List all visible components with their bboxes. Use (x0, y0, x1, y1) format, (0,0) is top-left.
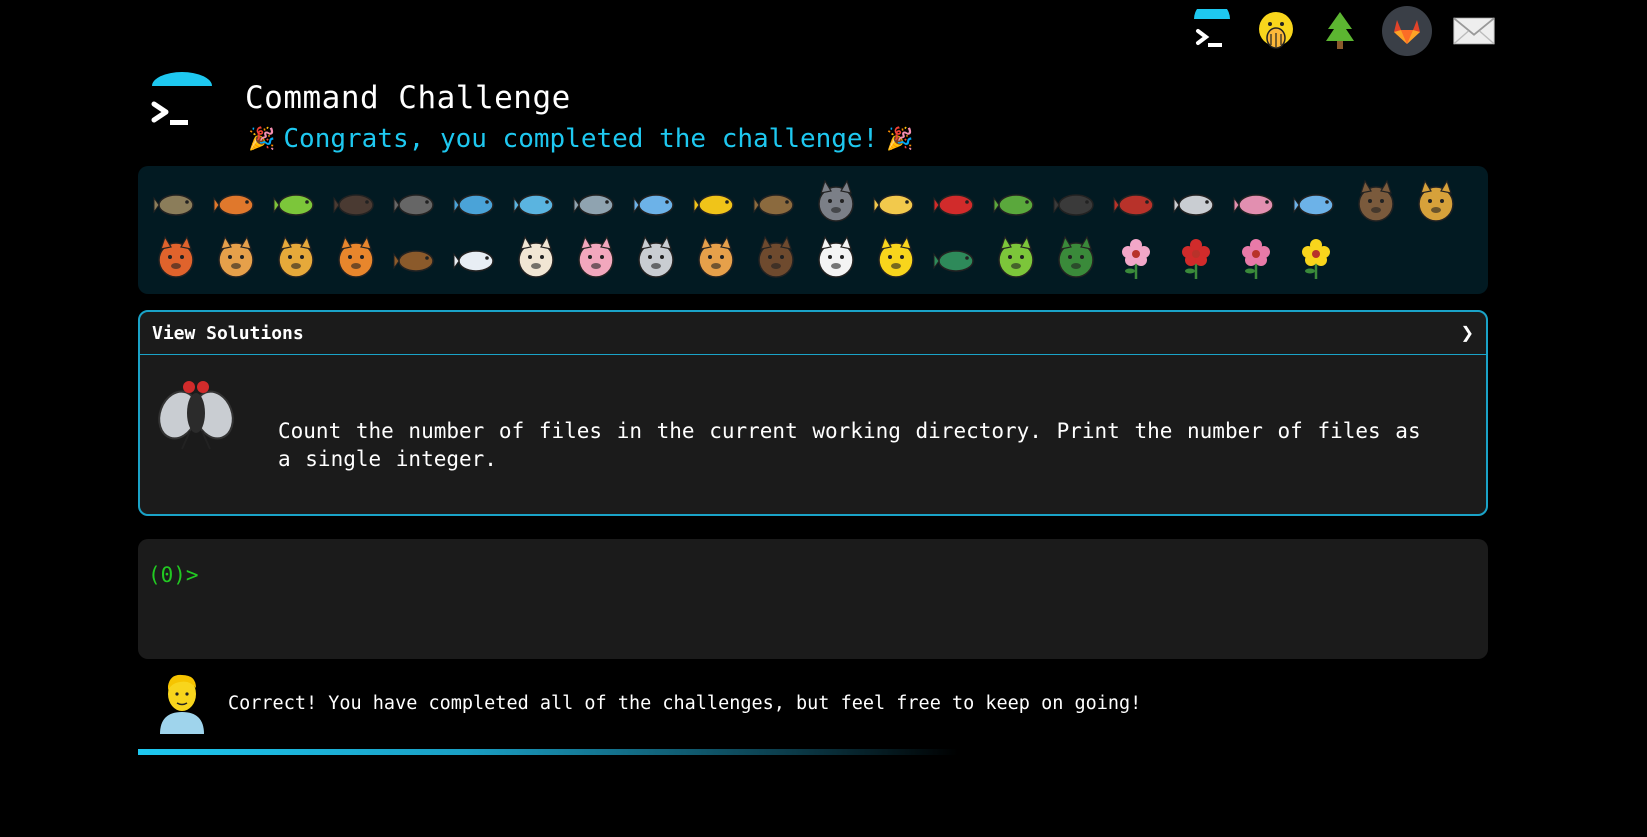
tree-icon[interactable] (1318, 9, 1362, 53)
fox-icon[interactable] (146, 230, 206, 286)
cherry-blossom-icon[interactable] (1106, 230, 1166, 286)
butterfly-icon[interactable] (206, 174, 266, 230)
worm-icon[interactable] (1226, 174, 1286, 230)
bear-icon[interactable] (746, 230, 806, 286)
peacock-icon[interactable] (926, 230, 986, 286)
view-solutions-toggle[interactable]: View Solutions ❯ (140, 312, 1486, 355)
challenge-description: Count the number of files in the current… (278, 419, 1421, 471)
face-hand-over-mouth-icon[interactable] (1254, 9, 1298, 53)
feedback-message: Correct! You have completed all of the c… (156, 672, 1141, 734)
scorpion-icon[interactable] (1106, 174, 1166, 230)
hamster-icon[interactable] (686, 230, 746, 286)
horse-icon[interactable] (386, 230, 446, 286)
pig-icon[interactable] (566, 230, 626, 286)
feedback-text: Correct! You have completed all of the c… (228, 692, 1142, 714)
page-title: Command Challenge (245, 80, 571, 116)
cricket-icon[interactable] (986, 174, 1046, 230)
man-icon (156, 672, 208, 734)
command-challenge-logo-icon[interactable] (148, 72, 218, 136)
completed-challenges-strip (138, 166, 1488, 294)
dragon-icon[interactable] (1046, 230, 1106, 286)
dog-icon[interactable] (1406, 174, 1466, 230)
monkey-icon[interactable] (1346, 174, 1406, 230)
terminal-logo-icon[interactable] (1190, 9, 1234, 53)
whale-icon[interactable] (446, 174, 506, 230)
ladybug-icon[interactable] (926, 174, 986, 230)
panda-icon[interactable] (806, 230, 866, 286)
spider-web-icon[interactable] (386, 174, 446, 230)
terminal-prompt: (0)> (148, 563, 199, 587)
cat-icon[interactable] (206, 230, 266, 286)
lion-icon[interactable] (266, 230, 326, 286)
animal-row (146, 174, 1480, 230)
dolphin-icon[interactable] (566, 174, 626, 230)
ant-icon[interactable] (326, 174, 386, 230)
view-solutions-label: View Solutions (152, 322, 304, 344)
mouse-icon[interactable] (626, 230, 686, 286)
top-nav (1190, 6, 1496, 56)
terminal-input-area[interactable]: (0)> (138, 539, 1488, 659)
unicorn-icon[interactable] (446, 230, 506, 286)
snail-icon[interactable] (146, 174, 206, 230)
gitlab-icon[interactable] (1382, 6, 1432, 56)
chevron-right-icon: ❯ (1460, 320, 1474, 346)
spouting-whale-icon[interactable] (506, 174, 566, 230)
party-popper-icon: 🎉 (886, 126, 914, 152)
solutions-panel: View Solutions ❯ Count the number of fil… (138, 310, 1488, 516)
caterpillar-icon[interactable] (266, 174, 326, 230)
congrats-banner: 🎉 Congrats, you completed the challenge!… (248, 124, 914, 154)
cow-icon[interactable] (506, 230, 566, 286)
hatching-chick-icon[interactable] (866, 230, 926, 286)
spider-icon[interactable] (1046, 174, 1106, 230)
fish-icon[interactable] (626, 174, 686, 230)
tiger-icon[interactable] (326, 230, 386, 286)
wolf-icon[interactable] (806, 174, 866, 230)
fly-icon[interactable] (1166, 174, 1226, 230)
fly-icon (156, 373, 236, 453)
sunflower-icon[interactable] (1286, 230, 1346, 286)
challenge-body: Count the number of files in the current… (140, 355, 1486, 491)
tropical-fish-icon[interactable] (686, 174, 746, 230)
page: Command Challenge 🎉 Congrats, you comple… (0, 0, 1647, 837)
animal-row (146, 230, 1480, 286)
frog-icon[interactable] (986, 230, 1046, 286)
envelope-icon[interactable] (1452, 9, 1496, 53)
congrats-text: Congrats, you completed the challenge! (283, 124, 879, 154)
blowfish-icon[interactable] (746, 174, 806, 230)
bee-icon[interactable] (866, 174, 926, 230)
hibiscus-icon[interactable] (1226, 230, 1286, 286)
party-popper-icon: 🎉 (248, 126, 276, 152)
rose-icon[interactable] (1166, 230, 1226, 286)
progress-bar (138, 749, 958, 755)
microbe-icon[interactable] (1286, 174, 1346, 230)
